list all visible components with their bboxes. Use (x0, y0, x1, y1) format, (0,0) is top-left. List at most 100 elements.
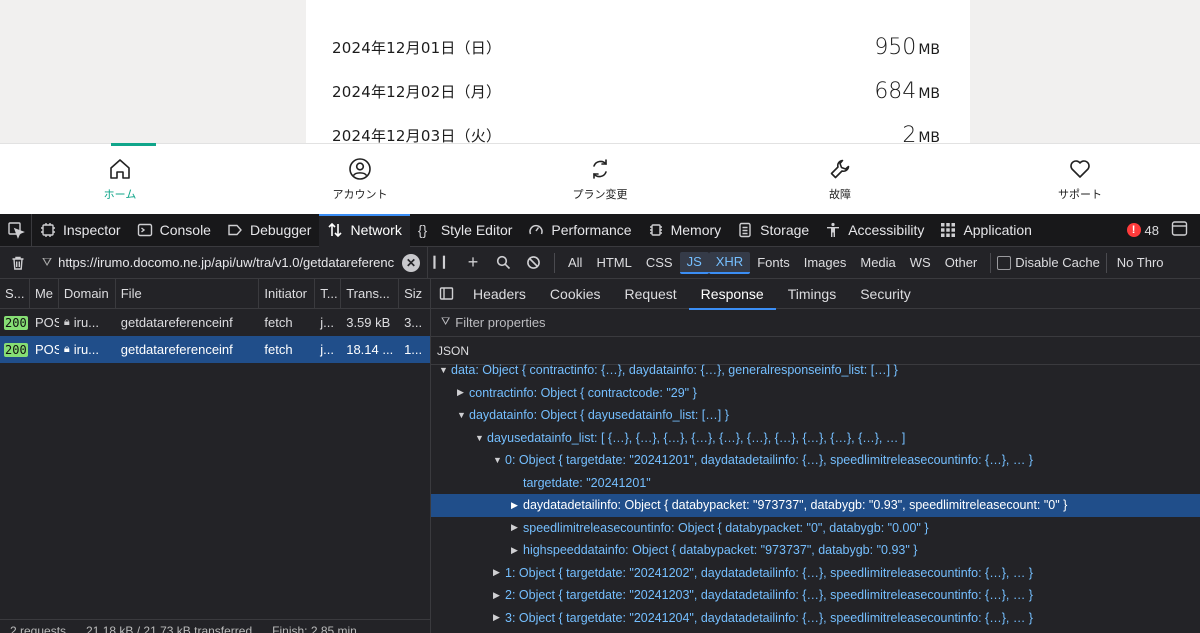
json-node[interactable]: ▶ 1: Object { targetdate: "20241202", day… (431, 562, 1200, 585)
error-count: 48 (1144, 222, 1159, 238)
add-request-button[interactable]: + (458, 247, 488, 279)
grid-icon (940, 222, 956, 238)
cell-transferred: 18.14 ... (346, 342, 394, 357)
status-code: 200 (4, 315, 28, 330)
devtools-tab-bar: Inspector Console Debugger Network {} Sty… (0, 213, 1200, 247)
tab-network-label: Network (350, 222, 402, 238)
expand-toggle-icon: ▶ (493, 612, 500, 623)
nav-home[interactable]: ホーム (0, 143, 240, 214)
filter-media[interactable]: Media (853, 252, 902, 274)
col-size[interactable]: Siz (399, 279, 430, 308)
inspector-icon (40, 222, 56, 238)
tab-cookies[interactable]: Cookies (538, 279, 613, 309)
json-node[interactable]: ▶ highspeeddatainfo: Object { databypacke… (431, 539, 1200, 562)
lock-icon: 🔒︎ (63, 343, 70, 355)
debugger-icon (227, 222, 243, 238)
col-transferred[interactable]: Trans... (341, 279, 400, 308)
json-node[interactable]: ▼ daydatainfo: Object { dayusedatainfo_li… (431, 404, 1200, 427)
json-node-text: data: Object { contractinfo: {…}, daydat… (451, 363, 898, 378)
tab-performance[interactable]: Performance (520, 214, 639, 247)
json-node[interactable]: ▶ contractinfo: Object { contractcode: "2… (431, 382, 1200, 405)
clear-requests-button[interactable] (0, 247, 36, 279)
tab-debugger[interactable]: Debugger (219, 214, 320, 247)
usage-date: 2024年12月01日（日） (332, 38, 502, 57)
tab-memory[interactable]: Memory (640, 214, 730, 247)
tab-request[interactable]: Request (613, 279, 689, 309)
nav-plan-change[interactable]: プラン変更 (480, 144, 720, 214)
col-type[interactable]: T... (315, 279, 342, 308)
expand-toggle-icon: ▼ (475, 432, 484, 443)
trash-icon (12, 256, 24, 270)
search-button[interactable] (488, 247, 518, 279)
disable-cache-checkbox[interactable]: Disable Cache (997, 255, 1100, 270)
request-row[interactable]: 200 POS 🔒︎iru... getdatareferenceinf fet… (0, 309, 430, 336)
tab-inspector[interactable]: Inspector (32, 214, 129, 247)
json-node-text: speedlimitreleasecountinfo: Object { dat… (523, 520, 929, 535)
filter-all[interactable]: All (561, 252, 589, 274)
toggle-sidebar-button[interactable] (431, 279, 461, 309)
tab-debugger-label: Debugger (249, 222, 312, 238)
error-count-badge[interactable]: ! 48 (1126, 222, 1159, 238)
col-status[interactable]: S... (0, 279, 30, 308)
storage-icon (737, 222, 753, 238)
expand-toggle-icon: ▶ (457, 387, 464, 398)
clear-filter-icon[interactable]: ✕ (402, 253, 420, 272)
json-node[interactable]: ▼ dayusedatainfo_list: [ {…}, {…}, {…}, {… (431, 427, 1200, 450)
nav-support-label: サポート (1058, 187, 1102, 201)
col-domain[interactable]: Domain (59, 279, 116, 308)
filter-xhr[interactable]: XHR (708, 251, 751, 274)
expand-toggle-icon: ▼ (493, 455, 502, 466)
json-node[interactable]: ▼ 0: Object { targetdate: "20241201", day… (431, 449, 1200, 472)
element-picker-button[interactable] (0, 213, 32, 247)
screen: 2024年12月01日（日） 950 MB 2024年12月02日（月） 684 M… (0, 0, 1200, 633)
cell-file: getdatareferenceinf (120, 342, 233, 357)
tab-network[interactable]: Network (319, 213, 411, 247)
cell-domain-text: iru... (73, 342, 100, 357)
nav-trouble[interactable]: 故障 (720, 144, 960, 214)
filter-js[interactable]: JS (679, 251, 709, 274)
col-initiator[interactable]: Initiator (259, 279, 316, 308)
json-node[interactable]: ▶ 2: Object { targetdate: "20241203", day… (431, 584, 1200, 607)
throttling-select[interactable]: No Thro (1113, 255, 1164, 270)
tab-inspector-label: Inspector (63, 222, 121, 238)
tab-security[interactable]: Security (848, 279, 923, 309)
json-node[interactable]: ▶ speedlimitreleasecountinfo: Object { da… (431, 517, 1200, 540)
switch-icon (593, 158, 607, 179)
tab-accessibility[interactable]: Accessibility (817, 214, 932, 247)
home-icon (110, 158, 130, 179)
filter-ws[interactable]: WS (903, 252, 938, 274)
tab-timings[interactable]: Timings (776, 279, 849, 309)
tab-response[interactable]: Response (688, 279, 776, 310)
braces-icon: {} (417, 222, 428, 238)
chip-icon (648, 222, 664, 238)
tab-storage[interactable]: Storage (729, 214, 817, 247)
json-node[interactable]: ▼ data: Object { contractinfo: {…}, dayda… (431, 359, 1200, 382)
filter-funnel-icon: ⛛ (42, 255, 53, 269)
json-node-selected[interactable]: ▶ daydatadetailinfo: Object { databypacke… (431, 494, 1200, 517)
tab-memory-label: Memory (670, 222, 722, 238)
json-node[interactable]: ▶ 3: Object { targetdate: "20241204", day… (431, 607, 1200, 630)
filter-images[interactable]: Images (797, 252, 854, 274)
request-row-selected[interactable]: 200 POS 🔒︎iru... getdatareferenceinf fet… (0, 336, 430, 363)
col-file[interactable]: File (116, 279, 260, 308)
nav-account[interactable]: アカウント (240, 144, 480, 214)
dock-layout-icon[interactable] (1171, 220, 1188, 240)
filter-properties-input[interactable]: ⛛ Filter properties (431, 309, 1200, 337)
tab-style-editor[interactable]: {} Style Editor (410, 214, 521, 247)
lock-icon: 🔒︎ (63, 316, 70, 328)
block-requests-button[interactable] (518, 247, 548, 279)
nav-support[interactable]: サポート (960, 144, 1200, 214)
pause-button[interactable]: ▎▎ (428, 247, 458, 279)
url-filter-input[interactable]: ⛛ https://irumo.docomo.ne.jp/api/uw/tra/… (36, 246, 428, 279)
filter-other[interactable]: Other (938, 252, 985, 274)
col-method[interactable]: Me (30, 279, 59, 308)
tab-application[interactable]: Application (932, 214, 1040, 247)
filter-fonts[interactable]: Fonts (750, 252, 797, 274)
tab-console[interactable]: Console (129, 214, 219, 247)
tab-headers[interactable]: Headers (461, 279, 538, 309)
json-node[interactable]: targetdate: "20241201" (431, 472, 1200, 495)
cell-file: getdatareferenceinf (120, 315, 233, 330)
filter-html[interactable]: HTML (589, 252, 638, 274)
cell-status: 200 (0, 336, 30, 363)
filter-css[interactable]: CSS (639, 252, 680, 274)
